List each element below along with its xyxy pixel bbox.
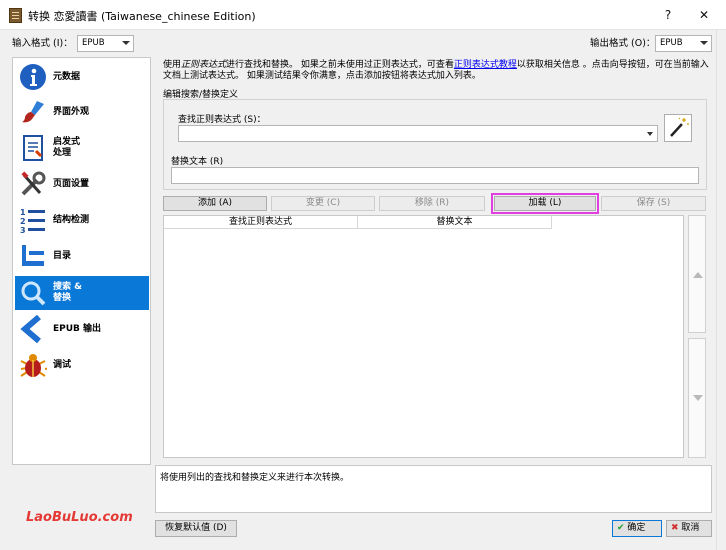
- restore-defaults-button[interactable]: 恢复默认值 (D): [155, 520, 237, 537]
- sidebar-item-look-feel[interactable]: 界面外观: [15, 95, 149, 129]
- sidebar-item-label: 启发式 处理: [53, 137, 81, 158]
- change-button[interactable]: 变更 (C): [271, 196, 375, 211]
- info-icon: [19, 63, 47, 91]
- regex-wizard-button[interactable]: [664, 114, 692, 142]
- editor-groupbox: 查找正则表达式 (S)： 替换文本 (R): [163, 99, 707, 190]
- description-part: 进行查找和替换。 如果之前未使用过正则表达式，可查看: [226, 60, 454, 70]
- magic-wand-icon: [670, 117, 689, 137]
- sidebar-item-label: EPUB 输出: [53, 323, 102, 334]
- ok-label: 确定: [627, 523, 646, 533]
- watermark-text: LaoBuLuo.com: [26, 510, 133, 525]
- chevron-down-icon: [647, 132, 653, 136]
- cancel-button[interactable]: ✖ 取消: [666, 520, 712, 537]
- sidebar-item-structure-detection[interactable]: 123 结构检测: [15, 203, 149, 237]
- document-icon: [19, 134, 47, 162]
- output-format-value: EPUB: [660, 38, 683, 48]
- book-app-icon: [9, 8, 22, 23]
- output-format-select[interactable]: EPUB: [655, 35, 712, 52]
- sidebar-item-toc[interactable]: 目录: [15, 239, 149, 273]
- chevron-down-icon: [122, 41, 130, 45]
- sidebar-item-epub-output[interactable]: EPUB 输出: [15, 312, 149, 346]
- title-bar: 转换 恋愛讀書 (Taiwanese_chinese Edition) ? ✕: [0, 0, 726, 30]
- description-text: 使用正则表达式进行查找和替换。 如果之前未使用过正则表达式，可查看正则表达式教程…: [163, 60, 711, 82]
- window-scrollbar[interactable]: [716, 30, 726, 550]
- column-header-replace[interactable]: 替换文本: [358, 216, 552, 229]
- help-button[interactable]: ?: [653, 5, 683, 25]
- tools-icon: [19, 170, 47, 198]
- cancel-x-icon: ✖: [671, 523, 679, 533]
- move-down-button[interactable]: [688, 338, 706, 458]
- chevron-left-icon: [19, 314, 47, 344]
- input-format-value: EPUB: [82, 38, 105, 48]
- arrow-down-icon: [693, 395, 703, 401]
- remove-button[interactable]: 移除 (R): [379, 196, 485, 211]
- sidebar-item-label: 界面外观: [53, 106, 90, 117]
- input-format-select[interactable]: EPUB: [77, 35, 134, 52]
- sidebar-item-page-setup[interactable]: 页面设置: [15, 167, 149, 201]
- sidebar-item-debug[interactable]: 调试: [15, 348, 149, 382]
- input-format-label: 输入格式 (I)：: [12, 38, 73, 49]
- sidebar: 元数据 界面外观 启发式 处理 页面设置 123 结构检测 目录 搜索 & 替换…: [12, 57, 151, 465]
- save-button[interactable]: 保存 (S): [601, 196, 706, 211]
- search-icon: [19, 279, 47, 307]
- bug-icon: [19, 351, 52, 379]
- help-text-box: 将使用列出的查找和替换定义来进行本次转换。: [155, 465, 712, 513]
- svg-text:1: 1: [20, 208, 26, 217]
- rules-table[interactable]: 查找正则表达式 替换文本: [163, 215, 684, 458]
- output-format-label: 输出格式 (O)：: [590, 38, 656, 49]
- sidebar-item-metadata[interactable]: 元数据: [15, 60, 149, 94]
- replace-text-input[interactable]: [171, 167, 699, 184]
- sidebar-item-label: 目录: [53, 250, 72, 261]
- add-button[interactable]: 添加 (A): [163, 196, 267, 211]
- sidebar-item-label: 页面设置: [53, 178, 90, 189]
- list-icon: 123: [19, 206, 47, 235]
- sidebar-item-label: 结构检测: [53, 214, 90, 225]
- chevron-down-icon: [700, 41, 708, 45]
- sidebar-item-label: 调试: [53, 359, 72, 370]
- ok-button[interactable]: ✔ 确定: [612, 520, 662, 537]
- search-regex-input[interactable]: [178, 125, 658, 142]
- arrow-up-icon: [693, 272, 703, 278]
- load-button[interactable]: 加载 (L): [491, 193, 599, 214]
- window-title: 转换 恋愛讀書 (Taiwanese_chinese Edition): [28, 10, 256, 23]
- description-part: 使用: [163, 60, 182, 70]
- svg-text:2: 2: [20, 217, 26, 226]
- close-button[interactable]: ✕: [689, 5, 719, 25]
- checkmark-icon: ✔: [617, 523, 625, 533]
- search-regex-label: 查找正则表达式 (S)：: [178, 115, 266, 125]
- move-up-button[interactable]: [688, 215, 706, 333]
- description-italic: 正则表达式: [181, 60, 227, 70]
- cancel-label: 取消: [681, 523, 700, 533]
- toc-icon: [19, 242, 47, 270]
- sidebar-item-search-replace[interactable]: 搜索 & 替换: [15, 276, 149, 310]
- sidebar-item-label: 元数据: [53, 71, 81, 82]
- help-text: 将使用列出的查找和替换定义来进行本次转换。: [160, 473, 350, 483]
- sidebar-item-heuristics[interactable]: 启发式 处理: [15, 131, 149, 165]
- regex-tutorial-link[interactable]: 正则表达式教程: [454, 60, 517, 70]
- sidebar-item-label: 搜索 & 替换: [53, 282, 82, 303]
- paintbrush-icon: [19, 98, 47, 126]
- svg-text:3: 3: [20, 226, 26, 234]
- column-header-search[interactable]: 查找正则表达式: [164, 216, 358, 229]
- replace-text-label: 替换文本 (R): [171, 157, 224, 167]
